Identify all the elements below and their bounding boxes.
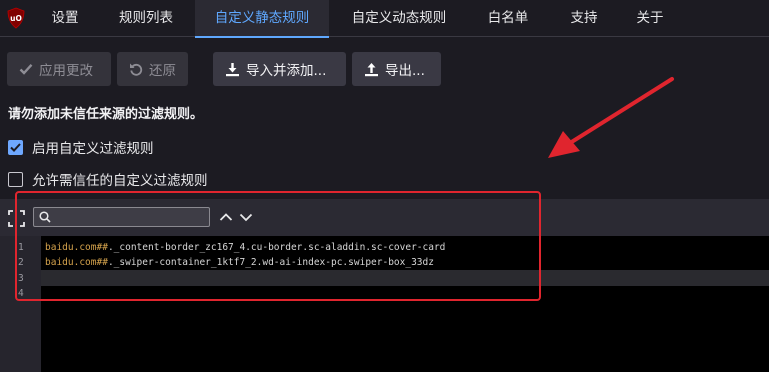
apply-changes-label: 应用更改 — [39, 63, 93, 79]
download-icon — [226, 62, 239, 76]
enable-custom-filters-option[interactable]: 启用自定义过滤规则 — [8, 138, 154, 157]
tab-my-rules[interactable]: 自定义动态规则 — [340, 0, 458, 37]
annotation-arrow-icon — [548, 77, 674, 158]
tab-my-filters[interactable]: 自定义静态规则 — [195, 0, 329, 38]
filter-separator: ## — [96, 242, 108, 253]
tab-support[interactable]: 支持 — [559, 0, 609, 37]
upload-icon — [365, 62, 378, 76]
filter-domain: baidu.com — [45, 242, 97, 253]
line-number: 1 — [18, 242, 24, 253]
filter-domain: baidu.com — [45, 257, 97, 268]
undo-icon — [130, 63, 143, 76]
apply-changes-button[interactable]: 应用更改 — [7, 52, 111, 86]
svg-text:uO: uO — [10, 14, 22, 23]
tab-whitelist[interactable]: 白名单 — [475, 0, 541, 37]
enable-custom-filters-checkbox[interactable] — [8, 139, 23, 155]
revert-button[interactable]: 还原 — [117, 52, 188, 86]
search-icon — [39, 211, 51, 223]
allow-trusted-filters-label: 允许需信任的自定义过滤规则 — [32, 173, 208, 189]
checkmark-icon — [10, 142, 21, 152]
ublock-logo-icon: uO — [7, 7, 25, 29]
editor-search-input[interactable] — [54, 208, 204, 226]
export-button[interactable]: 导出... — [352, 52, 441, 86]
line-number: 4 — [18, 288, 24, 299]
line-number: 3 — [18, 273, 24, 284]
enable-custom-filters-label: 启用自定义过滤规则 — [32, 141, 154, 157]
check-icon — [19, 63, 33, 75]
filter-selector: ._swiper-container_1ktf7_2.wd-ai-index-p… — [107, 257, 434, 268]
allow-trusted-filters-option[interactable]: 允许需信任的自定义过滤规则 — [8, 170, 208, 189]
revert-label: 还原 — [149, 63, 176, 79]
find-next-icon[interactable] — [238, 209, 254, 225]
editor-search-field[interactable] — [33, 207, 210, 227]
untrusted-warning-text: 请勿添加未信任来源的过滤规则。 — [8, 107, 204, 122]
editor-toolbar — [0, 199, 769, 236]
filter-editor[interactable]: 1 2 3 4 baidu.com##._content-border_zc16… — [0, 236, 769, 372]
active-line-highlight — [41, 270, 769, 286]
tab-about[interactable]: 关于 — [627, 0, 673, 37]
find-previous-icon[interactable] — [218, 209, 234, 225]
tab-bar: uO 设置 规则列表 自定义静态规则 自定义动态规则 白名单 支持 关于 — [0, 0, 769, 38]
line-number: 2 — [18, 257, 24, 268]
allow-trusted-filters-checkbox[interactable] — [8, 171, 23, 187]
filter-line[interactable]: baidu.com##._content-border_zc167_4.cu-b… — [45, 242, 445, 253]
export-label: 导出... — [385, 63, 425, 79]
tab-filter-lists[interactable]: 规则列表 — [103, 0, 189, 37]
tab-settings[interactable]: 设置 — [43, 0, 87, 37]
filter-line[interactable]: baidu.com##._swiper-container_1ktf7_2.wd… — [45, 257, 434, 268]
import-append-button[interactable]: 导入并添加... — [213, 52, 346, 86]
filter-selector: ._content-border_zc167_4.cu-border.sc-al… — [107, 242, 446, 253]
filter-separator: ## — [96, 257, 108, 268]
import-append-label: 导入并添加... — [246, 63, 327, 79]
fullscreen-icon[interactable] — [8, 210, 25, 227]
